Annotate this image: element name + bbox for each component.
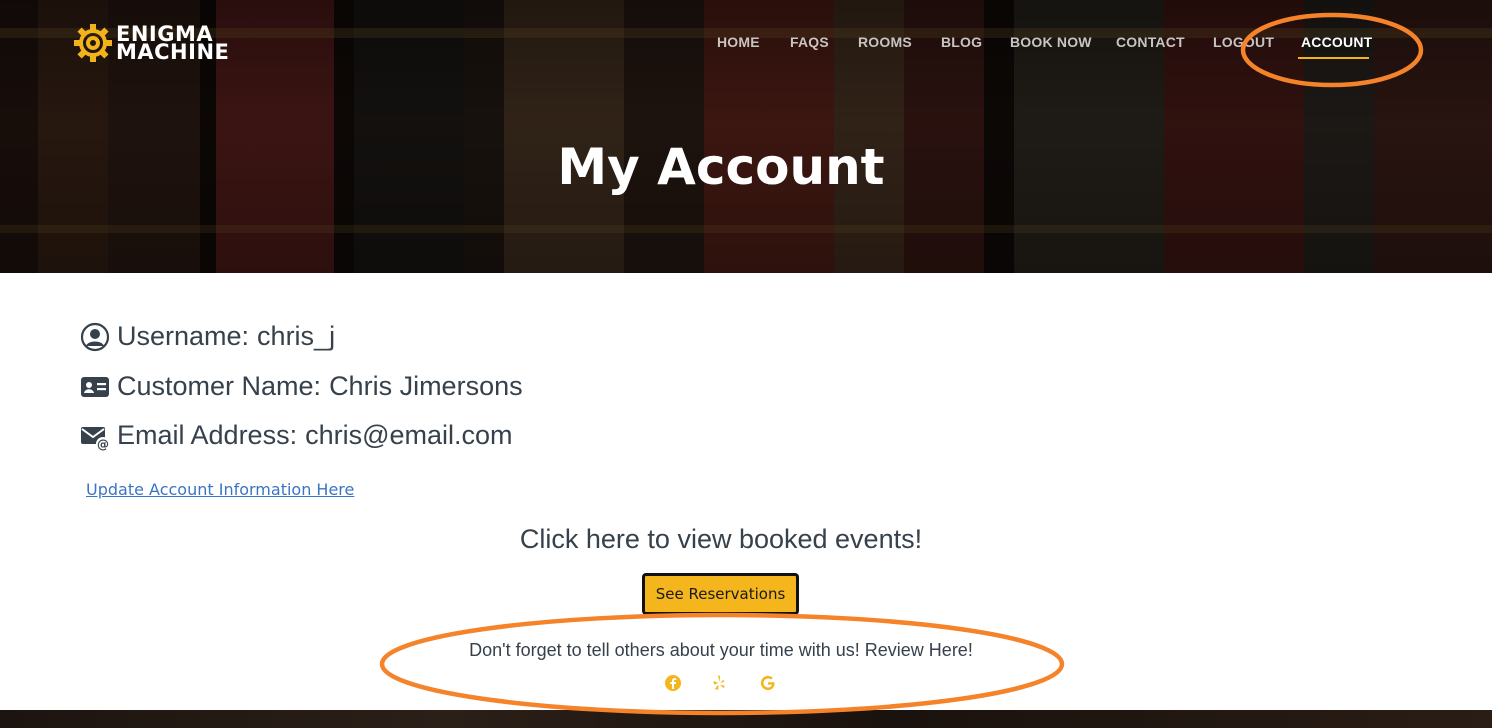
footer-strip — [0, 710, 1492, 728]
username-row: Username: chris_j — [80, 321, 335, 352]
username-value: chris_j — [257, 321, 336, 351]
envelope-at-icon: @ — [81, 426, 110, 451]
id-card-icon — [81, 376, 109, 397]
nav-rooms[interactable]: ROOMS — [858, 34, 912, 50]
nav-logout[interactable]: LOGOUT — [1213, 34, 1274, 50]
yelp-icon[interactable] — [710, 674, 728, 692]
see-reservations-button[interactable]: See Reservations — [642, 573, 799, 615]
review-prompt: Don't forget to tell others about your t… — [469, 640, 973, 660]
nav-book-now[interactable]: BOOK NOW — [1010, 34, 1092, 50]
svg-text:@: @ — [97, 437, 109, 451]
customer-name-row: Customer Name: Chris Jimersons — [80, 371, 523, 402]
customer-name-value: Chris Jimersons — [329, 371, 523, 401]
email-value: chris@email.com — [305, 420, 513, 450]
user-circle-icon — [80, 322, 110, 351]
email-label: Email Address: — [117, 420, 298, 450]
nav-contact[interactable]: CONTACT — [1116, 34, 1185, 50]
update-account-link[interactable]: Update Account Information Here — [86, 480, 354, 499]
customer-name-label: Customer Name: — [117, 371, 322, 401]
google-icon[interactable] — [759, 674, 777, 692]
nav-faqs[interactable]: FAQS — [790, 34, 829, 50]
facebook-icon[interactable] — [664, 674, 682, 692]
nav-home[interactable]: HOME — [717, 34, 760, 50]
highlight-ellipse-review — [379, 612, 1065, 716]
nav-account[interactable]: ACCOUNT — [1301, 34, 1372, 50]
email-row: @ Email Address: chris@email.com — [80, 420, 513, 451]
nav-blog[interactable]: BLOG — [941, 34, 982, 50]
view-booked-events-prompt[interactable]: Click here to view booked events! — [0, 524, 1442, 555]
nav-active-underline — [1298, 57, 1369, 59]
main-nav: HOME FAQS ROOMS BLOG BOOK NOW CONTACT LO… — [0, 34, 1492, 54]
page-title: My Account — [557, 138, 885, 196]
username-label: Username: — [117, 321, 250, 351]
